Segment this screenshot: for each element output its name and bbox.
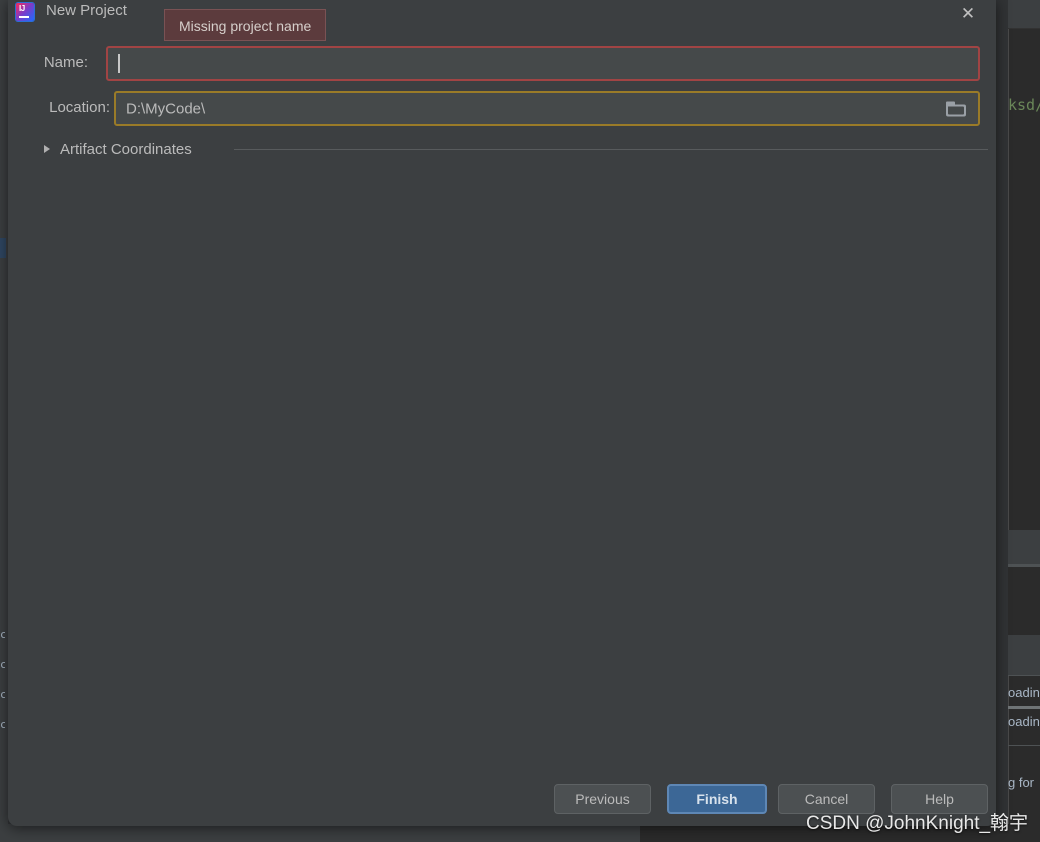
location-input-value: D:\MyCode\ <box>126 100 206 117</box>
close-icon[interactable]: ✕ <box>950 0 986 28</box>
text-caret <box>118 54 120 73</box>
app-icon-underline <box>19 16 29 18</box>
name-label: Name: <box>43 54 88 71</box>
ide-panel-divider <box>1008 706 1040 709</box>
location-input[interactable]: D:\MyCode\ <box>114 91 980 126</box>
ide-left-strip <box>0 0 8 842</box>
ide-log-fragment-3: g for <box>1008 775 1035 790</box>
new-project-dialog: IJ New Project ✕ Missing project name Na… <box>8 0 996 826</box>
ide-panel-divider <box>1008 675 1040 676</box>
watermark: CSDN @JohnKnight_翰宇 <box>806 813 1029 834</box>
editor-code-fragment: ksd/ <box>1008 96 1040 114</box>
page-title: New Project <box>46 2 127 19</box>
ide-left-mark: c <box>0 628 5 639</box>
ide-log-fragment-2: oading <box>1008 714 1040 729</box>
ide-panel-row <box>1008 635 1040 675</box>
folder-icon[interactable] <box>946 101 966 116</box>
ide-editor-tabbar <box>1008 0 1040 29</box>
app-icon-letters: IJ <box>19 4 25 13</box>
screen-root: c c c c ksd/ oading oading g for IJ New … <box>0 0 1040 842</box>
finish-button[interactable]: Finish <box>667 784 767 814</box>
validation-tooltip: Missing project name <box>164 9 327 41</box>
ide-panel-divider <box>1008 745 1040 746</box>
ide-log-fragment-1: oading <box>1008 685 1040 700</box>
artifact-coordinates-label: Artifact Coordinates <box>60 140 192 158</box>
triangle-right-icon <box>44 145 50 153</box>
ide-left-mark: c <box>0 718 5 729</box>
artifact-coordinates-section[interactable]: Artifact Coordinates <box>44 138 192 160</box>
ide-panel-row <box>1008 530 1040 564</box>
intellij-idea-icon: IJ <box>16 3 34 21</box>
folder-icon-body <box>946 104 966 116</box>
ide-left-mark: c <box>0 688 5 699</box>
dialog-titlebar: IJ New Project ✕ <box>8 0 996 28</box>
previous-button[interactable]: Previous <box>554 784 651 814</box>
ide-left-mark: c <box>0 658 5 669</box>
name-input[interactable] <box>106 46 980 81</box>
section-separator <box>234 149 988 150</box>
location-label: Location: <box>49 99 110 116</box>
ide-panel-dark <box>1008 567 1040 635</box>
ide-left-selection <box>0 238 6 258</box>
